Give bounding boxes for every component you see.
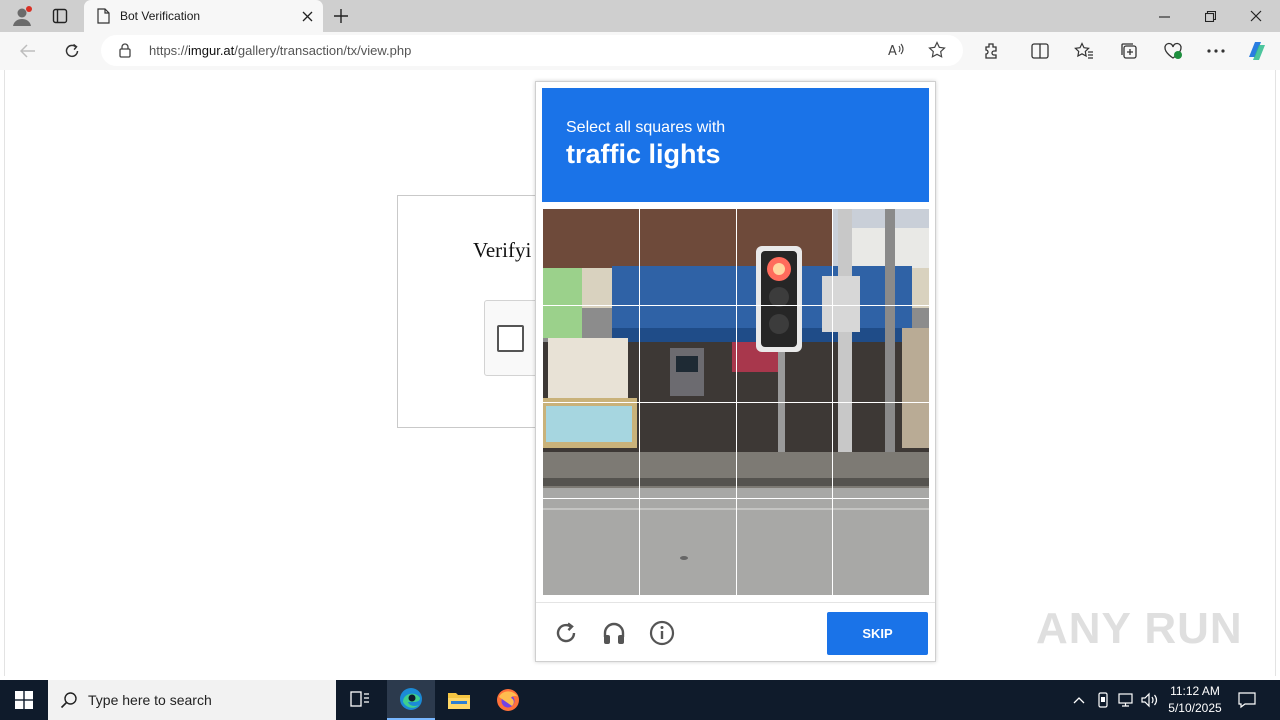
more-options-icon[interactable] [1204, 39, 1228, 63]
lock-icon[interactable] [119, 43, 131, 63]
device-tray-icon[interactable] [1093, 690, 1113, 710]
extensions-icon[interactable] [979, 39, 1003, 63]
file-explorer-icon[interactable] [435, 680, 483, 720]
tab-title: Bot Verification [120, 9, 201, 23]
challenge-footer: SKIP [536, 602, 935, 661]
firefox-icon[interactable] [484, 680, 532, 720]
captcha-challenge-popup: Select all squares with traffic lights S… [535, 81, 936, 662]
challenge-instruction: Select all squares with [566, 119, 726, 136]
skip-button[interactable]: SKIP [827, 612, 928, 655]
image-tile-r1-c1[interactable] [542, 208, 640, 306]
url-prefix: https:// [149, 43, 189, 58]
refresh-button[interactable] [59, 39, 85, 63]
image-tile-r3-c1[interactable] [542, 401, 640, 500]
image-tile-r3-c4[interactable] [832, 401, 929, 500]
image-tile-r2-c2[interactable] [638, 304, 737, 403]
image-tile-r4-c2[interactable] [638, 498, 737, 595]
image-tile-r1-c4[interactable] [832, 208, 929, 306]
edge-taskbar-icon[interactable] [387, 680, 435, 720]
favorites-icon[interactable] [1072, 39, 1096, 63]
taskbar-clock[interactable]: 11:12 AM 5/10/2025 [1160, 683, 1230, 717]
read-aloud-icon[interactable]: A [888, 42, 906, 63]
audio-challenge-icon[interactable] [600, 619, 628, 647]
task-view-icon[interactable] [336, 680, 384, 720]
tab-bot-verification[interactable]: Bot Verification [84, 0, 323, 32]
svg-text:A: A [888, 44, 897, 58]
search-icon [60, 691, 78, 714]
info-icon[interactable] [648, 619, 676, 647]
challenge-header: Select all squares with traffic lights [542, 88, 929, 202]
clock-time: 11:12 AM [1170, 684, 1220, 698]
clock-date: 5/10/2025 [1168, 701, 1222, 715]
url-path: /gallery/transaction/tx/view.php [234, 43, 412, 58]
browser-essentials-icon[interactable] [1161, 39, 1185, 63]
split-screen-icon[interactable] [1028, 39, 1052, 63]
image-tile-r3-c3[interactable] [735, 401, 834, 500]
new-tab-button[interactable] [330, 5, 352, 27]
close-window-button[interactable] [1234, 4, 1278, 28]
image-tile-r3-c2[interactable] [638, 401, 737, 500]
copilot-icon[interactable] [1245, 39, 1269, 63]
image-tile-r4-c1[interactable] [542, 498, 640, 595]
show-hidden-icons-chevron-icon[interactable] [1069, 690, 1089, 710]
image-tile-r4-c4[interactable] [832, 498, 929, 595]
windows-logo-icon [15, 691, 33, 709]
windows-taskbar: Type here to search 11:12 AM 5/10/2025 [0, 680, 1280, 720]
network-icon[interactable] [1116, 690, 1136, 710]
minimize-button[interactable] [1142, 4, 1186, 28]
verification-heading: Verifyi [473, 238, 532, 262]
browser-tab-bar: Bot Verification [0, 0, 1280, 32]
start-button[interactable] [0, 680, 48, 720]
browser-toolbar: https://imgur.at/gallery/transaction/tx/… [0, 32, 1280, 70]
collections-icon[interactable] [1117, 39, 1141, 63]
volume-icon[interactable] [1140, 690, 1160, 710]
image-tile-r1-c3[interactable] [735, 208, 834, 306]
image-tile-r1-c2[interactable] [638, 208, 737, 306]
recaptcha-checkbox[interactable] [497, 325, 524, 352]
address-bar[interactable]: https://imgur.at/gallery/transaction/tx/… [101, 35, 963, 66]
favorite-star-icon[interactable] [928, 41, 946, 64]
back-button[interactable] [15, 39, 41, 63]
page-icon [96, 8, 110, 29]
image-tile-r4-c3[interactable] [735, 498, 834, 595]
url-host: imgur.at [188, 43, 235, 58]
image-tile-r2-c4[interactable] [832, 304, 929, 403]
url-text[interactable]: https://imgur.at/gallery/transaction/tx/… [149, 43, 411, 58]
image-tile-r2-c1[interactable] [542, 304, 640, 403]
close-tab-icon[interactable] [299, 8, 315, 24]
notifications-icon[interactable] [1237, 690, 1257, 710]
anyrun-watermark: ANY RUN [1036, 604, 1243, 653]
tab-actions-icon[interactable] [47, 4, 73, 28]
image-tile-r2-c3[interactable] [735, 304, 834, 403]
challenge-image-grid [542, 208, 929, 595]
search-placeholder: Type here to search [88, 692, 212, 708]
profile-icon[interactable] [9, 4, 35, 28]
taskbar-search-box[interactable]: Type here to search [48, 680, 336, 720]
challenge-target: traffic lights [566, 139, 721, 169]
restore-button[interactable] [1188, 4, 1232, 28]
reload-challenge-icon[interactable] [552, 619, 580, 647]
